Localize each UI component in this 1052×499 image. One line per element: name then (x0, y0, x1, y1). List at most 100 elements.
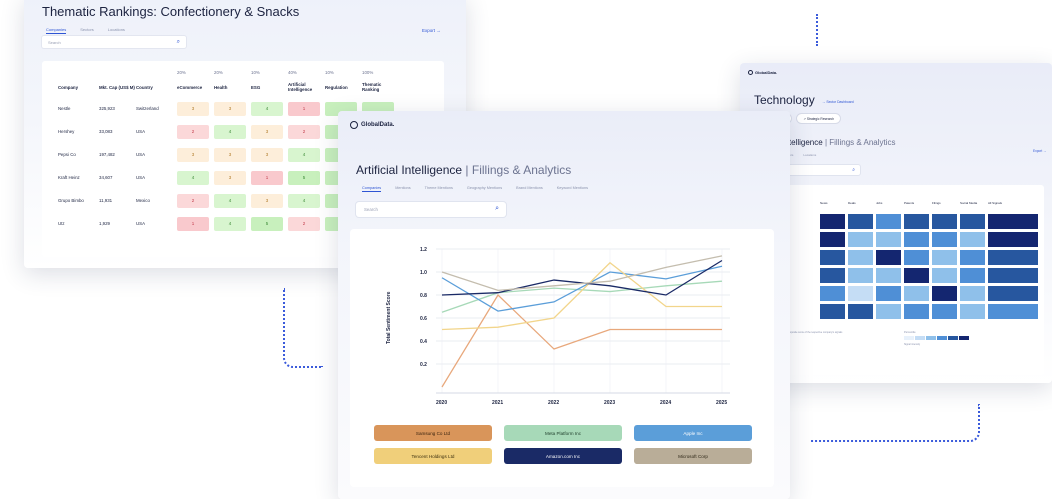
arrow-right-icon: → (436, 28, 441, 33)
weights-row: 20% 20% 10% 40% 10% 100% (58, 67, 399, 77)
export-link[interactable]: Export → (422, 28, 441, 33)
search-icon: ⌕ (176, 39, 180, 45)
heatmap-cell (848, 249, 873, 265)
score-column: 5 (288, 170, 325, 185)
page-title: Thematic Rankings: Confectionery & Snack… (42, 4, 300, 19)
search-placeholder: Search (48, 40, 61, 45)
legend-chip[interactable]: Samsung Co Ltd (374, 425, 492, 441)
tab-companies[interactable]: Companies (362, 186, 382, 192)
heatmap-cell (820, 285, 845, 301)
legend-chip[interactable]: Tencent Holdings Ltd (374, 448, 492, 464)
heatmap-cell (848, 285, 873, 301)
strategic-research-button[interactable]: ↗ Strategic Research (797, 114, 841, 123)
legend-chip[interactable]: Meta Platform Inc (504, 425, 622, 441)
company-name: Pepsi Co (58, 152, 76, 157)
score-cell: 2 (288, 124, 320, 139)
export-link[interactable]: Export → (1033, 149, 1046, 153)
export-label: Export (422, 28, 436, 33)
score-cell: 4 (288, 193, 320, 208)
heatmap-cell (988, 303, 1038, 319)
heatmap-cell (848, 267, 873, 283)
heatmap-cell (960, 213, 985, 229)
heatmap-row: Google LLC (764, 248, 1041, 266)
header-company: Company (58, 84, 79, 90)
tab-locations[interactable]: Locations (108, 27, 125, 34)
section-title-rest: Fillings & Analytics (829, 138, 896, 147)
score-cell: 1 (251, 170, 283, 185)
tab-theme-mentions[interactable]: Theme Mentions (425, 186, 453, 192)
search-input[interactable]: Search ⌕ (42, 36, 186, 48)
dotted-connector (816, 14, 818, 46)
series-line (441, 265, 723, 312)
scale-swatch (937, 336, 947, 340)
y-tick-label: 0.8 (420, 293, 427, 299)
heatmap-column-header: Patents (904, 201, 915, 205)
country: USA (136, 221, 146, 226)
link-icon: ↗ (803, 116, 807, 121)
score-cell: 3 (214, 170, 246, 185)
scale-swatch (904, 336, 914, 340)
heatmap-cell (820, 231, 845, 247)
sentiment-line-chart: 1.2 1.0 0.8 0.6 0.4 0.2 2020 2021 2022 2023 2024 20… (386, 247, 730, 406)
score-column: 2 (288, 124, 325, 139)
marketing-collage: Thematic Rankings: Confectionery & Snack… (0, 0, 1052, 499)
scale-swatch (926, 336, 936, 340)
heatmap-cell (932, 285, 957, 301)
search-placeholder: Search (364, 207, 378, 212)
tab-geography-mentions[interactable]: Geography Mentions (467, 186, 502, 192)
section-title-separator: | (824, 138, 828, 147)
heatmap-cell (904, 303, 929, 319)
tab-keyword-mentions[interactable]: Keyword Mentions (557, 186, 588, 192)
score-cell: 3 (214, 101, 246, 116)
heatmap-cell (960, 231, 985, 247)
scale-label: Percentile (904, 331, 916, 334)
globaldata-logo-icon (350, 121, 358, 129)
weight-cell: 10% (251, 69, 260, 75)
heatmap-column-header: Social Media (960, 201, 978, 205)
market-cap: 11,931 (99, 198, 113, 203)
score-cell: 5 (288, 170, 320, 185)
tab-companies[interactable]: Companies (46, 27, 67, 34)
heatmap-cell (820, 249, 845, 265)
score-cell: 3 (251, 193, 283, 208)
score-column: 4 (288, 193, 325, 208)
legend-chip[interactable]: Microsoft Corp (634, 448, 752, 464)
score-column: 3 (214, 170, 251, 185)
x-tick-label: 2023 (604, 400, 615, 406)
sector-dashboard-link[interactable]: → Sector Dashboard (822, 100, 854, 104)
y-tick-label: 1.0 (420, 270, 427, 276)
dotted-connector (810, 404, 980, 442)
header-thematic-ranking: Thematic Ranking (362, 82, 382, 92)
heatmap-cell (960, 285, 985, 301)
score-cell: 4 (214, 216, 246, 231)
heatmap-cell (932, 213, 957, 229)
score-cell: 4 (288, 147, 320, 162)
scale-note: Signal intensity (904, 343, 921, 346)
search-input[interactable]: Search ⌕ (356, 202, 506, 217)
score-column: 4 (288, 147, 325, 162)
tab-mentions[interactable]: Mentions (395, 186, 410, 192)
table-header: Company Mkt. Cap (US$ M) Country eCommer… (58, 77, 399, 97)
tab-brand-mentions[interactable]: Brand Mentions (516, 186, 543, 192)
arrow-right-icon: → (1043, 149, 1047, 153)
market-cap: 33,083 (99, 129, 113, 134)
ai-filings-card: GlobalData. Artificial Intelligence | Fi… (338, 111, 790, 499)
heatmap-row: Alphabet Inc (764, 212, 1041, 230)
heatmap-cell (904, 231, 929, 247)
country: USA (136, 152, 146, 157)
logo-text: GlobalData. (755, 70, 778, 75)
logo-text: GlobalData. (361, 122, 395, 128)
heatmap-header: CompanyNewsDealsJobsPatentsFilingsSocial… (764, 201, 1016, 205)
scale-swatch (915, 336, 925, 340)
tab-sectors[interactable]: Sectors (80, 27, 94, 34)
page-title: Artificial Intelligence | Fillings & Ana… (356, 163, 571, 177)
heatmap-row: Accenture PLC (764, 302, 1041, 320)
y-tick-label: 0.6 (420, 316, 427, 322)
legend-chip[interactable]: Amazon.com Inc (504, 448, 622, 464)
weight-cell: 20% (177, 69, 186, 75)
heatmap-rows: Alphabet IncIBM CorpGoogle LLCIntel Corp… (764, 212, 1041, 320)
legend-chip[interactable]: Apple Inc (634, 425, 752, 441)
dotted-connector (283, 288, 323, 368)
tab-locations[interactable]: Locations (803, 153, 816, 158)
logo: GlobalData. (350, 121, 394, 129)
